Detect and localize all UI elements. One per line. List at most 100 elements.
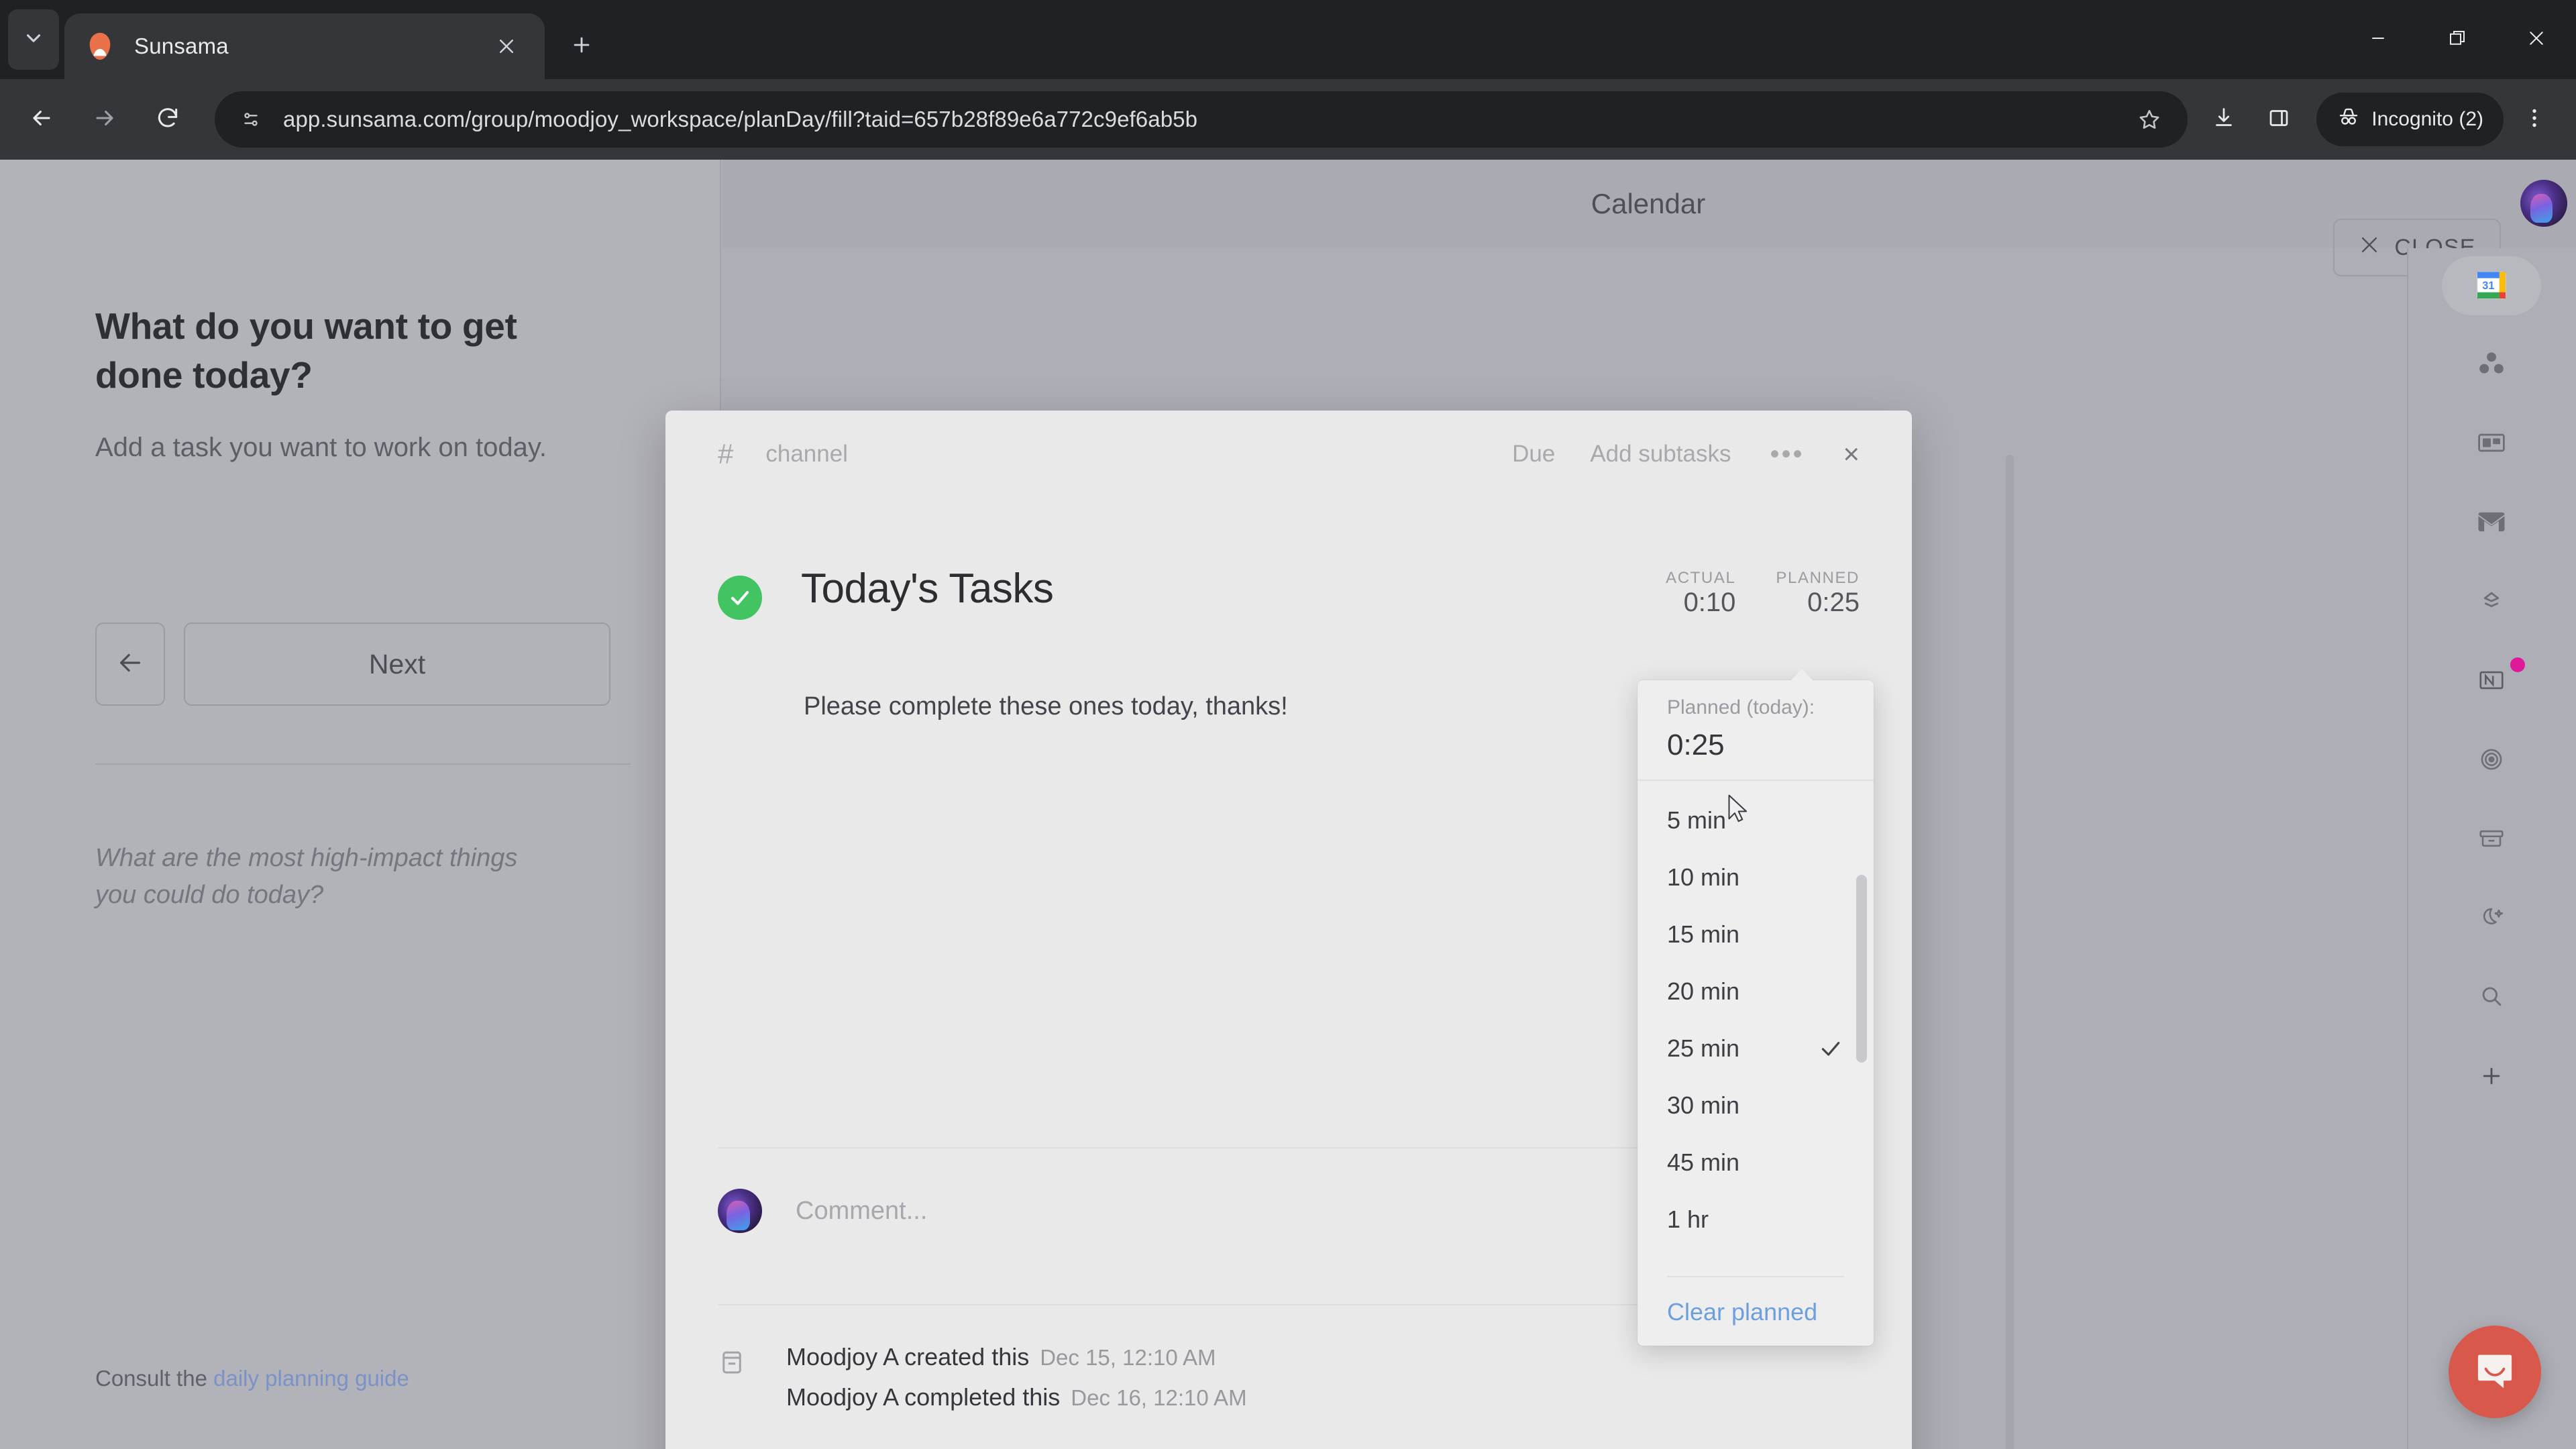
modal-close-icon[interactable]: × [1843, 438, 1860, 470]
sidebar-item-trello[interactable] [2442, 415, 2541, 474]
dropdown-option-45min[interactable]: 45 min [1638, 1134, 1874, 1191]
github-icon [2474, 584, 2509, 622]
dropdown-option-20min[interactable]: 20 min [1638, 963, 1874, 1020]
sidebar-item-night-mode[interactable] [2442, 890, 2541, 949]
mouse-cursor [1725, 793, 1755, 826]
incognito-indicator[interactable]: Incognito (2) [2316, 93, 2504, 146]
add-subtasks-button[interactable]: Add subtasks [1590, 441, 1731, 468]
kebab-menu-icon [2522, 106, 2546, 133]
bookmark-star-icon[interactable] [2129, 99, 2170, 140]
back-button[interactable] [15, 93, 68, 146]
sidebar-item-gmail[interactable] [2442, 494, 2541, 553]
intercom-chat-button[interactable] [2449, 1326, 2541, 1418]
due-date-button[interactable]: Due [1512, 441, 1555, 468]
dropdown-option-25min[interactable]: 25 min [1638, 1020, 1874, 1077]
task-completed-checkmark[interactable] [718, 576, 762, 620]
option-label: 45 min [1667, 1148, 1740, 1176]
option-label: 25 min [1667, 1034, 1740, 1062]
sidebar-item-objectives[interactable] [2442, 731, 2541, 790]
content-scrollbar[interactable] [2006, 455, 2014, 1449]
sidebar-item-archive[interactable] [2442, 810, 2541, 869]
tab-title: Sunsama [134, 34, 229, 58]
close-icon [2358, 233, 2381, 262]
comment-composer[interactable]: Comment... [718, 1189, 927, 1233]
sidebar-item-google-calendar[interactable]: 31 [2442, 256, 2541, 315]
sidebar-item-add-integration[interactable] [2442, 1048, 2541, 1107]
dropdown-option-5min[interactable]: 5 min [1638, 792, 1874, 849]
planner-next-button[interactable]: Next [184, 623, 610, 706]
planner-actions: Next [95, 623, 610, 706]
page-content: What do you want to get done today? Add … [0, 160, 2576, 1449]
arrow-left-icon [29, 105, 54, 134]
night-mode-icon [2474, 900, 2509, 938]
sidebar-item-github[interactable] [2442, 573, 2541, 632]
forward-button[interactable] [78, 93, 131, 146]
arrow-left-icon [115, 647, 146, 682]
sidebar-item-notion[interactable] [2442, 652, 2541, 711]
google-calendar-icon: 31 [2473, 266, 2510, 307]
clear-planned-button[interactable]: Clear planned [1638, 1279, 1874, 1346]
modal-toolbar: # channel Due Add subtasks ••• × [665, 411, 1912, 498]
window-close-button[interactable] [2497, 0, 2576, 79]
task-header: Today's Tasks ACTUAL 0:10 PLANNED 0:25 [718, 565, 1860, 620]
avatar[interactable] [2520, 180, 2567, 227]
add-integration-icon [2474, 1059, 2509, 1097]
svg-text:31: 31 [2482, 280, 2494, 292]
daily-planning-guide-link[interactable]: daily planning guide [213, 1366, 409, 1391]
daily-planner-panel: What do you want to get done today? Add … [0, 160, 721, 1449]
dropdown-header: Planned (today): 0:25 [1638, 680, 1874, 765]
browser-window: Sunsama app.sunsama.com/group/moodjoy_wo… [0, 0, 2576, 1449]
side-panel-button[interactable] [2253, 94, 2304, 145]
dropdown-option-30min[interactable]: 30 min [1638, 1077, 1874, 1134]
dropdown-option-1hr[interactable]: 1 hr [1638, 1191, 1874, 1248]
integrations-rail: 31 [2407, 248, 2576, 1449]
trello-icon [2474, 425, 2509, 464]
tab-close-icon[interactable] [488, 28, 525, 64]
dropdown-scrollbar[interactable] [1856, 875, 1867, 1063]
page-settings-icon[interactable] [232, 101, 270, 138]
planned-time-value: 0:25 [1807, 588, 1860, 617]
browser-tab[interactable]: Sunsama [64, 13, 545, 79]
reload-icon [155, 105, 180, 134]
downloads-button[interactable] [2198, 94, 2249, 145]
minimize-button[interactable] [2339, 0, 2418, 79]
dropdown-footer-separator [1667, 1276, 1844, 1277]
arrow-right-icon [92, 105, 117, 134]
sunsama-favicon [85, 31, 115, 62]
new-tab-button[interactable] [561, 25, 602, 67]
planner-back-button[interactable] [95, 623, 165, 706]
activity-entry: Moodjoy A completed this Dec 16, 12:10 AM [786, 1383, 1247, 1411]
modal-channel-selector[interactable]: channel [765, 441, 848, 468]
incognito-hat-icon [2337, 105, 2361, 134]
minimize-icon [2368, 28, 2388, 52]
maximize-button[interactable] [2418, 0, 2497, 79]
task-title[interactable]: Today's Tasks [801, 565, 1054, 612]
chrome-menu-button[interactable] [2509, 94, 2560, 145]
planned-time-column[interactable]: PLANNED 0:25 [1776, 569, 1860, 618]
page-title: Calendar [1591, 188, 1706, 219]
planner-footer: Consult the daily planning guide [95, 1366, 409, 1391]
comment-input-placeholder[interactable]: Comment... [796, 1197, 927, 1226]
actual-time-column[interactable]: ACTUAL 0:10 [1666, 569, 1735, 618]
planner-question: What do you want to get done today? [95, 305, 517, 396]
dropdown-header-value: 0:25 [1667, 729, 1725, 761]
search-icon [2474, 979, 2509, 1018]
address-bar[interactable]: app.sunsama.com/group/moodjoy_workspace/… [215, 91, 2188, 148]
dropdown-option-15min[interactable]: 15 min [1638, 906, 1874, 963]
option-label: 15 min [1667, 920, 1740, 948]
sidebar-item-search[interactable] [2442, 969, 2541, 1028]
activity-timestamp: Dec 15, 12:10 AM [1040, 1345, 1216, 1370]
actual-time-label: ACTUAL [1666, 569, 1736, 587]
more-options-icon[interactable]: ••• [1770, 441, 1804, 468]
sidebar-item-asana[interactable] [2442, 335, 2541, 394]
activity-entry: Moodjoy A created this Dec 15, 12:10 AM [786, 1343, 1247, 1371]
reload-button[interactable] [141, 93, 195, 146]
dropdown-option-10min[interactable]: 10 min [1638, 849, 1874, 906]
tab-search-button[interactable] [8, 9, 59, 70]
dropdown-header-label: Planned (today): [1667, 696, 1815, 718]
url-text: app.sunsama.com/group/moodjoy_workspace/… [283, 107, 1198, 131]
task-description[interactable]: Please complete these ones today, thanks… [804, 692, 1288, 721]
planner-subtitle: Add a task you want to work on today. [95, 433, 547, 462]
checkmark-icon [1817, 1035, 1844, 1062]
chevron-down-icon [22, 27, 45, 53]
